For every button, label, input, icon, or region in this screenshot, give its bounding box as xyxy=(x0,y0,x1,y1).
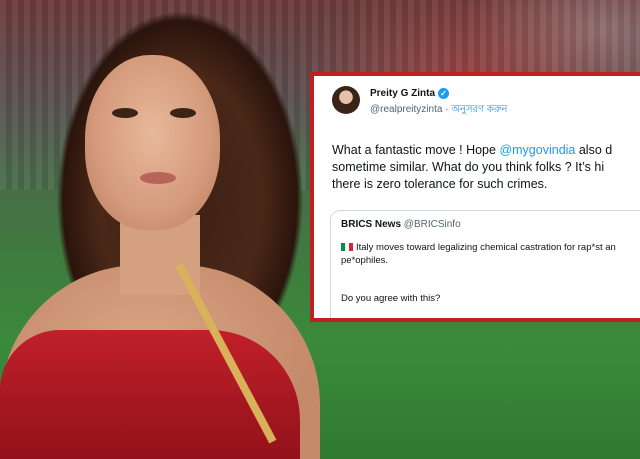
right-eye xyxy=(170,108,196,118)
follow-link[interactable]: অনুসরণ করুন xyxy=(451,104,507,115)
woman-face xyxy=(85,55,220,230)
quoted-text: Italy moves toward legalizing chemical c… xyxy=(341,242,616,266)
author-handle[interactable]: @realpreityzinta xyxy=(370,104,442,115)
red-top xyxy=(0,330,300,459)
tweet-text: What a fantastic move ! Hope @mygovindia… xyxy=(332,142,640,193)
author-name[interactable]: Preity G Zinta ✓ xyxy=(370,88,450,99)
mention-link[interactable]: @mygovindia xyxy=(499,143,575,157)
italy-flag-icon xyxy=(341,243,353,252)
tweet-line-3: there is zero tolerance for such crimes. xyxy=(332,177,548,191)
quoted-question: Do you agree with this? xyxy=(341,293,441,304)
verified-badge-icon: ✓ xyxy=(438,88,450,99)
separator: · xyxy=(445,104,449,115)
quoted-author: BRICS News xyxy=(341,219,402,230)
quoted-header: BRICS News @BRICSinfo xyxy=(341,219,461,230)
avatar[interactable] xyxy=(332,86,360,114)
handle-line: @realpreityzinta · অনুসরণ করুন xyxy=(370,102,508,119)
tweet-line-1: What a fantastic move ! Hope @mygovindia… xyxy=(332,143,613,157)
quoted-tweet[interactable]: BRICS News @BRICSinfo Italy moves toward… xyxy=(330,210,640,318)
lips xyxy=(140,172,176,184)
left-eye xyxy=(112,108,138,118)
quoted-handle: @BRICSinfo xyxy=(403,219,461,230)
tweet-line-2: sometime similar. What do you think folk… xyxy=(332,160,605,174)
tweet-card: Preity G Zinta ✓ @realpreityzinta · অনুসর… xyxy=(310,72,640,322)
